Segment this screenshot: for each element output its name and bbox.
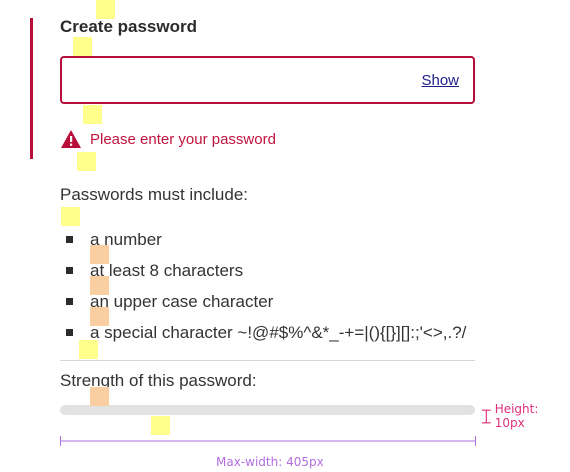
bullet-icon — [66, 236, 73, 243]
height-annotation-text: Height: 10px — [494, 402, 539, 430]
height-bracket-icon — [481, 409, 491, 423]
password-field-container[interactable]: Show — [60, 56, 475, 104]
highlight-marker — [96, 0, 115, 19]
error-message: Please enter your password — [90, 130, 276, 148]
show-password-link[interactable]: Show — [421, 72, 459, 89]
bullet-icon — [66, 267, 73, 274]
highlight-marker — [90, 245, 109, 264]
highlight-marker — [73, 37, 92, 56]
error-message-row: Please enter your password — [60, 128, 276, 150]
highlight-marker — [90, 387, 109, 406]
requirement-label: an upper case character — [90, 291, 274, 311]
requirement-item: an upper case character — [66, 286, 466, 317]
width-bracket-icon — [60, 436, 476, 446]
bullet-icon — [66, 298, 73, 305]
requirement-label: at least 8 characters — [90, 260, 244, 280]
highlight-marker — [83, 105, 102, 124]
requirement-item: a special character ~!@#$%^&*_-+=|(){[}]… — [66, 317, 466, 348]
max-width-annotation-text: Max-width: 405px — [216, 455, 324, 469]
field-label: Create password — [60, 17, 197, 36]
requirements-heading: Passwords must include: — [60, 185, 249, 204]
password-input[interactable] — [62, 58, 402, 102]
requirement-item: a number — [66, 224, 466, 255]
highlight-marker — [79, 340, 98, 359]
strength-meter — [60, 405, 475, 415]
requirement-item: at least 8 characters — [66, 255, 466, 286]
highlight-marker — [90, 276, 109, 295]
requirement-label: a special character ~!@#$%^&*_-+=|(){[}]… — [90, 322, 467, 342]
bullet-icon — [66, 329, 73, 336]
highlight-marker — [77, 152, 96, 171]
highlight-marker — [151, 416, 170, 435]
height-annotation: Height: 10px — [481, 402, 570, 430]
highlight-marker — [90, 307, 109, 326]
requirements-list: a number at least 8 characters an upper … — [66, 224, 466, 348]
section-divider — [60, 360, 475, 361]
error-indicator-bar — [30, 18, 33, 159]
highlight-marker — [61, 207, 80, 226]
warning-icon — [61, 130, 81, 148]
